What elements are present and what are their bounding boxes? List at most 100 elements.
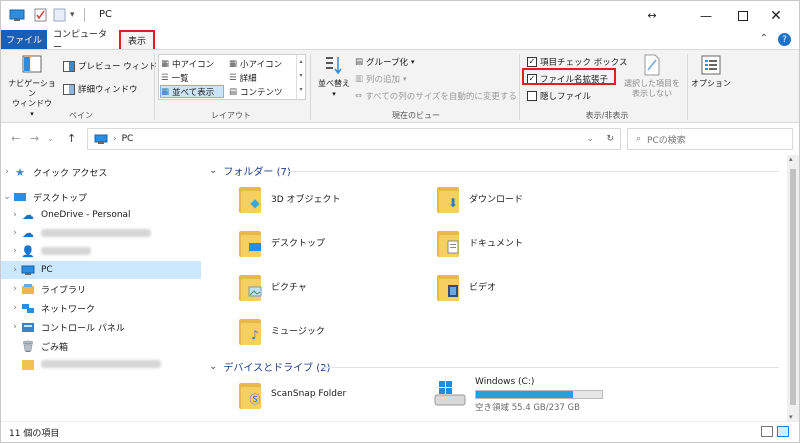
scansnap-folder-icon: Ⓢ [239, 379, 263, 409]
redacted-label [41, 247, 91, 255]
tree-item-desktop[interactable]: ⌄ デスクトップ [1, 188, 201, 206]
new-folder-icon[interactable] [53, 8, 66, 22]
tree-item-label: OneDrive - Personal [41, 210, 131, 220]
expand-chevron-icon[interactable]: › [1, 167, 13, 177]
tree-item-recycle-bin[interactable]: 🗑 ごみ箱 [1, 337, 201, 355]
scroll-down-icon[interactable]: ▾ [789, 413, 793, 421]
folder-documents[interactable]: ドキュメント [437, 227, 523, 257]
list-icon: ☰ [161, 72, 169, 83]
tab-file[interactable]: ファイル [1, 30, 47, 49]
window-title: PC [99, 9, 113, 20]
folder-videos[interactable]: ビデオ [437, 271, 496, 301]
folder-downloads[interactable]: ⬇ ダウンロード [437, 183, 523, 213]
expand-chevron-icon[interactable]: › [9, 265, 21, 275]
cloud-icon: ☁ [22, 208, 34, 222]
add-column-button[interactable]: ▥ 列の追加 ▾ [355, 73, 407, 85]
collapse-chevron-icon[interactable]: ⌄ [1, 192, 13, 202]
item-checkboxes-toggle[interactable]: ✓ 項目チェック ボックス [527, 56, 627, 68]
sort-icon [326, 57, 342, 75]
section-divider [321, 367, 779, 368]
tree-item-folder[interactable] [1, 355, 201, 373]
quick-access-dropdown-icon[interactable]: ▾ [70, 8, 75, 22]
address-dropdown-icon[interactable]: ⌄ [586, 134, 594, 144]
star-icon: ★ [15, 165, 25, 179]
content-option[interactable]: ▤ コンテンツ [229, 85, 295, 98]
recent-locations-icon[interactable]: ⌄ [47, 134, 54, 143]
tab-computer[interactable]: コンピューター [53, 30, 115, 53]
hide-selected-label: 選択した項目を 表示しない [624, 79, 680, 98]
options-button[interactable]: オプション [691, 54, 731, 89]
folder-desktop[interactable]: デスクトップ [239, 227, 325, 257]
tree-item-control-panel[interactable]: › コントロール パネル [1, 318, 201, 336]
group-divider [687, 54, 688, 120]
details-view-icon[interactable] [761, 426, 773, 437]
details-pane-icon [63, 83, 75, 95]
drives-section-header[interactable]: ⌄ デバイスとドライブ (2) [209, 359, 330, 374]
small-icons-option[interactable]: ▦ 小アイコン [229, 57, 295, 70]
expand-chevron-icon[interactable]: › [9, 228, 21, 238]
hide-selected-button[interactable]: 選択した項目を 表示しない [621, 54, 683, 99]
tree-item-libraries[interactable]: › ライブラリ [1, 280, 201, 298]
tree-item-onedrive-2[interactable]: › ☁ [1, 224, 201, 242]
hidden-items-checkbox[interactable] [527, 91, 537, 101]
hidden-items-toggle[interactable]: 隠しファイル [527, 90, 591, 102]
expand-chevron-icon[interactable]: › [9, 284, 21, 294]
group-divider [519, 54, 520, 120]
tab-view[interactable]: 表示 [119, 30, 155, 49]
scroll-up-icon[interactable]: ▴ [789, 155, 793, 163]
properties-icon[interactable] [34, 8, 47, 22]
layout-gallery-scroll[interactable]: ▴ ▾ ▾ [296, 55, 305, 99]
up-arrow-icon[interactable]: ↑ [67, 132, 76, 145]
tree-item-quick-access[interactable]: › ★ クイック アクセス [1, 163, 201, 181]
group-by-button[interactable]: ▤ グループ化 ▾ [355, 56, 415, 68]
expand-ribbon-icon[interactable]: ⌃ [760, 33, 768, 46]
item-checkboxes-checkbox[interactable]: ✓ [527, 57, 537, 67]
details-option[interactable]: ☰ 詳細 [229, 71, 295, 84]
sort-button[interactable]: 並べ替え ▾ [315, 54, 353, 99]
tiles-option[interactable]: ▦ 並べて表示 [160, 85, 224, 98]
folder-pictures[interactable]: ピクチャ [239, 271, 307, 301]
list-option[interactable]: ☰ 一覧 [161, 71, 225, 84]
details-pane-button[interactable]: 詳細ウィンドウ [63, 83, 138, 95]
search-box[interactable]: ⌕ PCの検索 [627, 128, 793, 150]
folder-3d-objects[interactable]: ◆ 3D オブジェクト [239, 183, 341, 213]
folder-music[interactable]: ♪ ミュージック [239, 315, 325, 345]
drive-scansnap[interactable]: Ⓢ ScanSnap Folder [239, 379, 346, 409]
tree-item-network[interactable]: › ネットワーク [1, 299, 201, 317]
tree-item-user[interactable]: › 👤 [1, 242, 201, 260]
control-panel-icon [21, 321, 35, 333]
resize-arrows-icon: ↔ [647, 9, 657, 22]
large-icons-view-icon[interactable] [777, 426, 789, 437]
expand-chevron-icon[interactable]: › [9, 322, 21, 332]
small-icons-icon: ▦ [229, 58, 238, 69]
folders-section-header[interactable]: ⌄ フォルダー (7) [209, 163, 291, 178]
pictures-folder-icon [239, 271, 263, 301]
scrollbar-thumb[interactable] [790, 169, 796, 405]
expand-chevron-icon[interactable]: › [9, 210, 21, 220]
back-arrow-icon[interactable]: ← [11, 132, 20, 145]
refresh-icon[interactable]: ↻ [606, 134, 614, 144]
medium-icons-option[interactable]: ▦ 中アイコン [161, 57, 225, 70]
hidden-items-label: 隠しファイル [540, 92, 592, 102]
size-all-columns-button[interactable]: ⇔ すべての列のサイズを自動的に変更する [355, 90, 517, 102]
address-bar[interactable]: › PC ⌄ ↻ [87, 128, 621, 150]
close-button[interactable]: ✕ [753, 1, 799, 30]
computer-app-icon [9, 8, 25, 22]
redacted-label [41, 229, 151, 237]
help-icon[interactable]: ? [778, 33, 791, 46]
extensions-highlight [522, 68, 616, 85]
expand-chevron-icon[interactable]: › [9, 246, 21, 256]
content-scrollbar[interactable]: ▴ ▾ [787, 155, 799, 421]
medium-icons-icon: ▦ [161, 58, 170, 69]
add-column-label: 列の追加 [366, 75, 401, 85]
tree-item-pc[interactable]: › PC [1, 261, 201, 279]
options-label: オプション [691, 79, 731, 88]
tree-item-onedrive[interactable]: › ☁ OneDrive - Personal [1, 206, 201, 224]
search-placeholder: PCの検索 [647, 135, 686, 146]
expand-chevron-icon[interactable]: › [9, 303, 21, 313]
navigation-pane-label: ナビゲーション ウィンドウ [8, 79, 56, 108]
forward-arrow-icon[interactable]: → [30, 132, 39, 145]
preview-pane-button[interactable]: プレビュー ウィンドウ [63, 60, 166, 72]
user-icon: 👤 [21, 244, 35, 258]
drive-windows-c[interactable]: Windows (C:) 空き領域 55.4 GB/237 GB [433, 377, 603, 413]
